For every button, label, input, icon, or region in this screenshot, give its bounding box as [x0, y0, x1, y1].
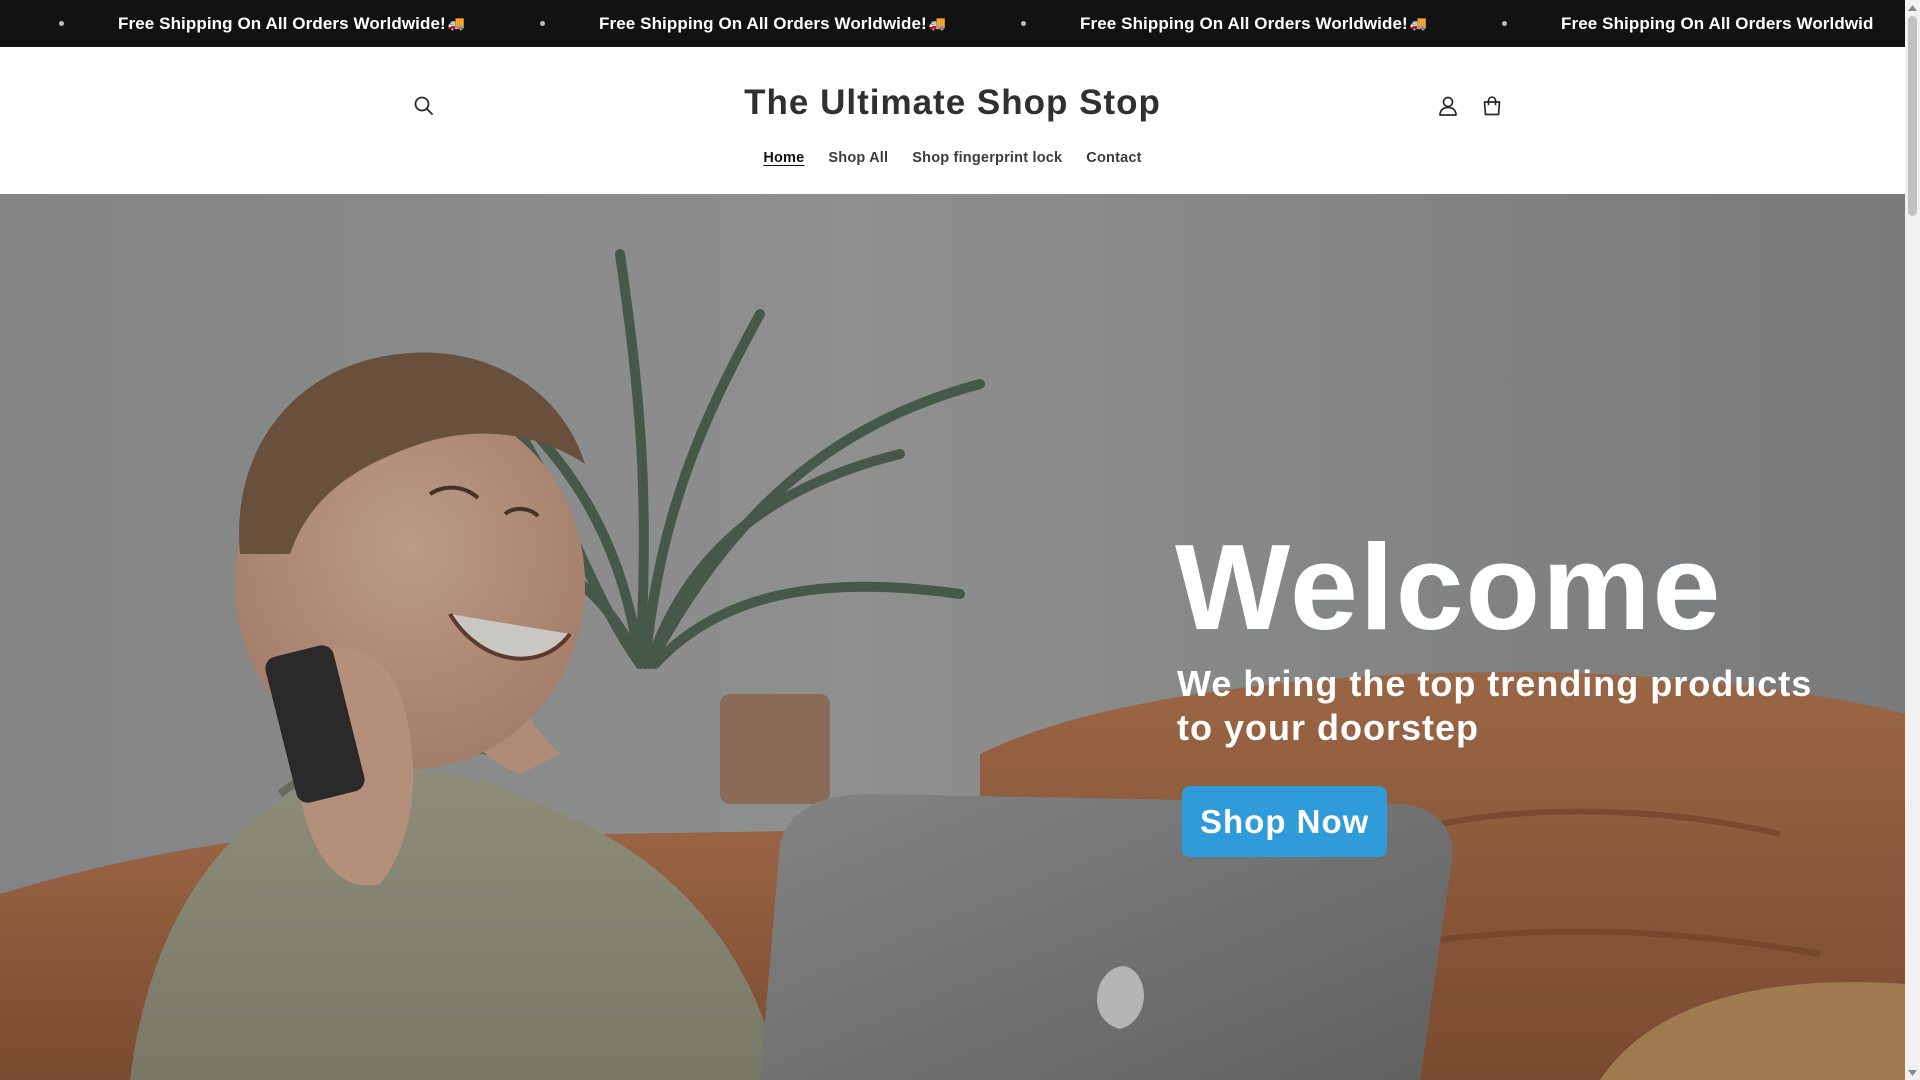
- truck-emoji-icon: 🚚: [1409, 15, 1428, 31]
- announcement-item: Free Shipping On All Orders Worldwide! 🚚: [481, 14, 962, 34]
- announcement-bar: Free Shipping On All Orders Worldwide! 🚚…: [0, 0, 1905, 47]
- separator-dot: [1021, 21, 1026, 26]
- site-logo[interactable]: The Ultimate Shop Stop: [0, 83, 1905, 123]
- truck-emoji-icon: 🚚: [928, 15, 947, 31]
- main-nav: Home Shop All Shop fingerprint lock Cont…: [0, 150, 1905, 166]
- separator-dot: [1502, 21, 1507, 26]
- scroll-up-arrow-icon[interactable]: [1905, 0, 1920, 15]
- account-icon: [1439, 96, 1457, 116]
- nav-link-contact[interactable]: Contact: [1074, 150, 1153, 166]
- storefront-page: Free Shipping On All Orders Worldwide! 🚚…: [0, 0, 1905, 1080]
- cart-icon: [1483, 96, 1501, 116]
- announcement-track: Free Shipping On All Orders Worldwide! 🚚…: [0, 0, 1905, 47]
- announcement-text: Free Shipping On All Orders Worldwide!: [1080, 13, 1408, 33]
- scrollbar-thumb[interactable]: [1908, 16, 1917, 216]
- shop-now-button[interactable]: Shop Now: [1182, 786, 1388, 857]
- page-scrollbar[interactable]: [1905, 0, 1920, 1080]
- cart-button[interactable]: [1474, 88, 1510, 124]
- truck-emoji-icon: 🚚: [447, 15, 466, 31]
- nav-link-shop-fingerprint-lock[interactable]: Shop fingerprint lock: [900, 150, 1074, 166]
- site-header: The Ultimate Shop Stop Home Shop All Sho…: [0, 47, 1905, 194]
- separator-dot: [540, 21, 545, 26]
- scroll-down-arrow-icon[interactable]: [1905, 1065, 1920, 1080]
- announcement-item: Free Shipping On All Orders Worldwide! 🚚: [0, 14, 481, 34]
- hero-content: Welcome We bring the top trending produc…: [1175, 519, 1817, 857]
- hero-banner: Welcome We bring the top trending produc…: [0, 194, 1905, 1080]
- nav-link-shop-all[interactable]: Shop All: [816, 150, 900, 166]
- announcement-item: Free Shipping On All Orders Worldwide! 🚚: [962, 14, 1443, 34]
- account-button[interactable]: [1430, 88, 1466, 124]
- separator-dot: [59, 21, 64, 26]
- hero-title: Welcome: [1175, 519, 1723, 655]
- announcement-text: Free Shipping On All Orders Worldwid: [1561, 13, 1874, 33]
- hero-subtitle: We bring the top trending products to yo…: [1177, 663, 1813, 748]
- announcement-item: Free Shipping On All Orders Worldwid: [1443, 14, 1905, 34]
- nav-link-home[interactable]: Home: [751, 150, 816, 166]
- announcement-text: Free Shipping On All Orders Worldwide!: [599, 13, 927, 33]
- announcement-text: Free Shipping On All Orders Worldwide!: [118, 13, 446, 33]
